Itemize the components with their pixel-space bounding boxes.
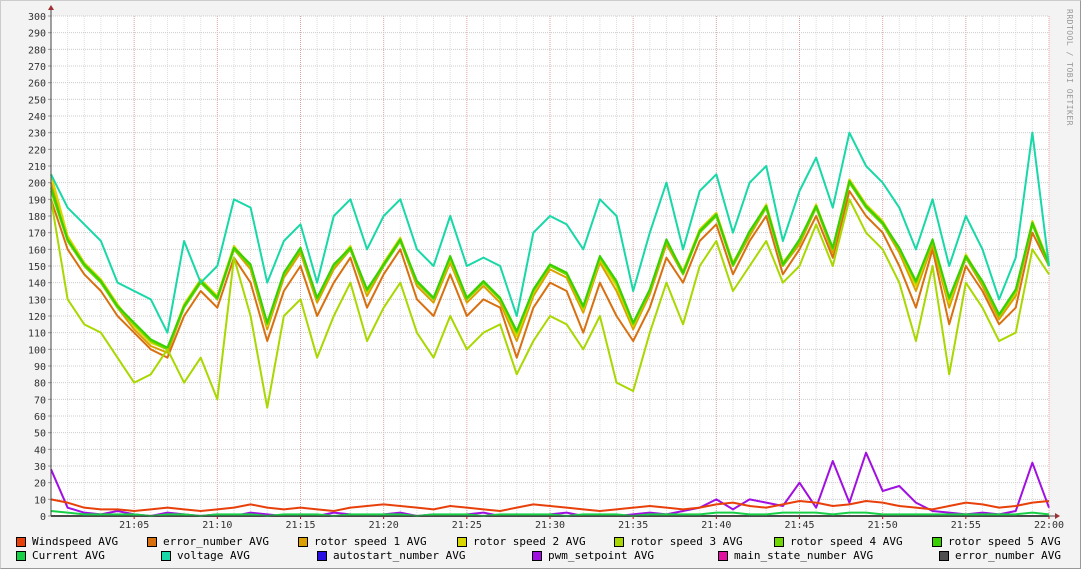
legend-label: rotor speed 5 AVG bbox=[948, 535, 1061, 548]
x-tick-label: 21:20 bbox=[369, 520, 399, 531]
y-tick-label: 180 bbox=[28, 212, 46, 223]
legend-swatch bbox=[16, 536, 26, 547]
legend-item: error_number AVG bbox=[147, 535, 269, 548]
y-tick-label: 40 bbox=[34, 445, 46, 456]
legend-label: voltage AVG bbox=[177, 549, 250, 562]
y-tick-label: 20 bbox=[34, 479, 46, 490]
legend-label: main_state_number AVG bbox=[734, 549, 874, 562]
x-axis-arrow bbox=[1055, 513, 1060, 519]
y-axis-arrow bbox=[48, 5, 54, 10]
legend-label: autostart_number AVG bbox=[333, 549, 466, 562]
y-tick-label: 220 bbox=[28, 145, 46, 156]
y-tick-label: 130 bbox=[28, 295, 46, 306]
legend-label: Current AVG bbox=[32, 549, 105, 562]
legend-swatch bbox=[932, 536, 942, 547]
y-tick-label: 50 bbox=[34, 429, 46, 440]
legend-swatch bbox=[161, 550, 171, 561]
y-tick-label: 270 bbox=[28, 62, 46, 73]
x-tick-label: 21:40 bbox=[701, 520, 731, 531]
legend-label: rotor speed 1 AVG bbox=[314, 535, 427, 548]
legend-item: rotor speed 1 AVG bbox=[298, 535, 427, 548]
y-tick-label: 210 bbox=[28, 162, 46, 173]
y-tick-label: 190 bbox=[28, 195, 46, 206]
y-tick-label: 30 bbox=[34, 462, 46, 473]
legend-swatch bbox=[939, 550, 949, 561]
legend-item: pwm_setpoint AVG bbox=[532, 549, 654, 562]
x-tick-label: 21:15 bbox=[285, 520, 315, 531]
y-tick-label: 240 bbox=[28, 112, 46, 123]
legend-swatch bbox=[457, 536, 467, 547]
legend-swatch bbox=[16, 550, 26, 561]
y-tick-label: 90 bbox=[34, 362, 46, 373]
y-tick-label: 290 bbox=[28, 29, 46, 40]
legend-swatch bbox=[718, 550, 728, 561]
legend-item: rotor speed 4 AVG bbox=[774, 535, 903, 548]
x-tick-label: 21:25 bbox=[452, 520, 482, 531]
x-tick-label: 21:10 bbox=[202, 520, 232, 531]
legend-label: pwm_setpoint AVG bbox=[548, 549, 654, 562]
watermark: RRDTOOL / TOBI OETIKER bbox=[1065, 9, 1074, 126]
x-tick-label: 21:35 bbox=[618, 520, 648, 531]
x-tick-label: 21:50 bbox=[868, 520, 898, 531]
legend-label: rotor speed 3 AVG bbox=[630, 535, 743, 548]
y-tick-label: 60 bbox=[34, 412, 46, 423]
legend-label: error_number AVG bbox=[163, 535, 269, 548]
legend-item: rotor speed 5 AVG bbox=[932, 535, 1061, 548]
y-tick-label: 0 bbox=[40, 512, 46, 523]
y-tick-label: 280 bbox=[28, 45, 46, 56]
y-tick-label: 110 bbox=[28, 329, 46, 340]
legend-item: Windspeed AVG bbox=[16, 535, 118, 548]
y-tick-label: 260 bbox=[28, 79, 46, 90]
y-tick-label: 140 bbox=[28, 279, 46, 290]
legend-label: rotor speed 4 AVG bbox=[790, 535, 903, 548]
legend-item: Current AVG bbox=[16, 549, 105, 562]
legend-item: main_state_number AVG bbox=[718, 549, 873, 562]
y-tick-label: 200 bbox=[28, 179, 46, 190]
y-tick-label: 150 bbox=[28, 262, 46, 273]
y-tick-label: 230 bbox=[28, 129, 46, 140]
x-tick-label: 22:00 bbox=[1034, 520, 1064, 531]
y-tick-label: 170 bbox=[28, 229, 46, 240]
legend-label: error_number AVG bbox=[955, 549, 1061, 562]
y-tick-label: 250 bbox=[28, 95, 46, 106]
x-tick-label: 21:55 bbox=[951, 520, 981, 531]
x-tick-label: 21:45 bbox=[784, 520, 814, 531]
x-tick-label: 21:05 bbox=[119, 520, 149, 531]
legend-item: rotor speed 3 AVG bbox=[614, 535, 743, 548]
y-tick-label: 80 bbox=[34, 379, 46, 390]
legend-label: rotor speed 2 AVG bbox=[473, 535, 586, 548]
y-tick-label: 100 bbox=[28, 345, 46, 356]
y-tick-label: 10 bbox=[34, 495, 46, 506]
y-tick-label: 120 bbox=[28, 312, 46, 323]
legend-item: voltage AVG bbox=[161, 549, 250, 562]
legend-item: autostart_number AVG bbox=[317, 549, 465, 562]
rrd-graph: 0 10 20 30 40 50 60 70 80 90 100 110 120 130 140 150 160… bbox=[0, 0, 1081, 569]
legend-swatch bbox=[774, 536, 784, 547]
legend-item: error_number AVG bbox=[939, 549, 1061, 562]
legend-swatch bbox=[614, 536, 624, 547]
chart-svg: 0 10 20 30 40 50 60 70 80 90 100 110 120 130 140 150 160… bbox=[28, 5, 1064, 531]
legend-item: rotor speed 2 AVG bbox=[457, 535, 586, 548]
legend-swatch bbox=[532, 550, 542, 561]
legend-swatch bbox=[147, 536, 157, 547]
legend-label: Windspeed AVG bbox=[32, 535, 119, 548]
y-tick-label: 300 bbox=[28, 12, 46, 23]
x-tick-label: 21:30 bbox=[535, 520, 565, 531]
legend-swatch bbox=[298, 536, 308, 547]
y-tick-label: 70 bbox=[34, 395, 46, 406]
legend-swatch bbox=[317, 550, 327, 561]
y-tick-label: 160 bbox=[28, 245, 46, 256]
